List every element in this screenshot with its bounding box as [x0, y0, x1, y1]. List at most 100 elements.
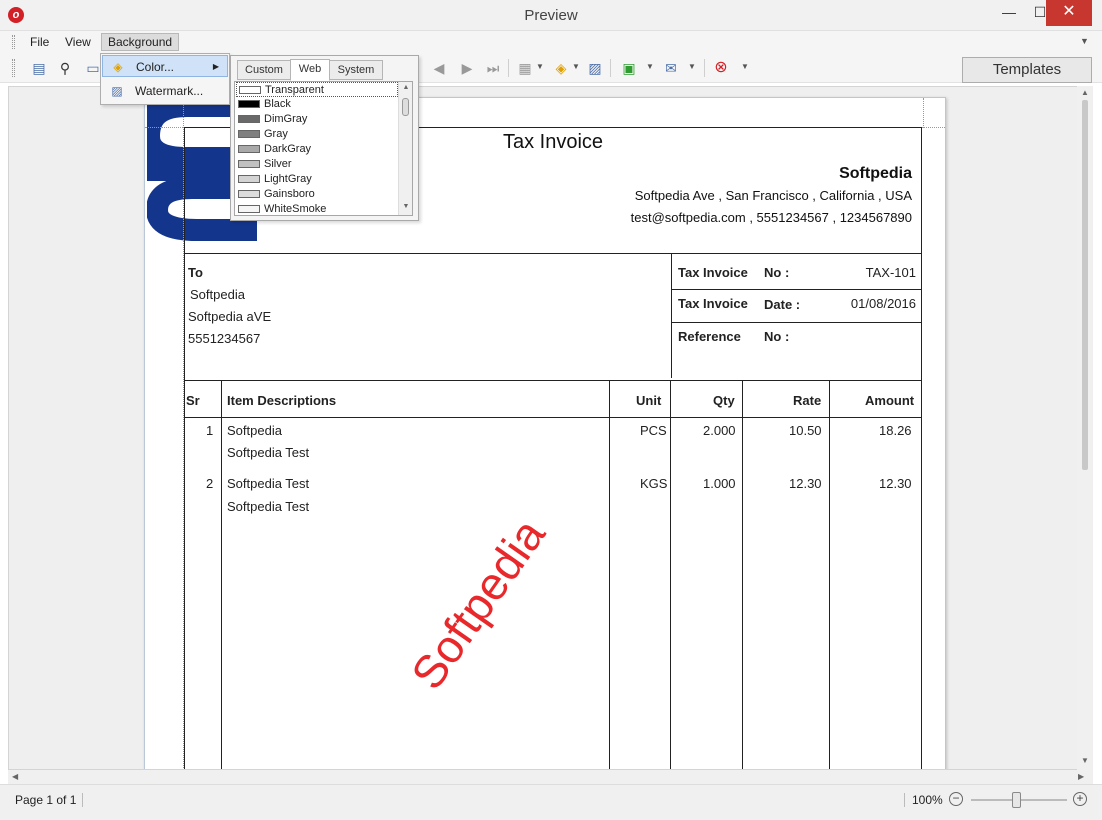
toolbar-separator	[508, 59, 509, 77]
list-item[interactable]: LightGray	[236, 172, 398, 187]
last-page-icon[interactable]: ⏭	[484, 59, 502, 77]
list-item[interactable]: Black	[236, 97, 398, 112]
scroll-up-icon[interactable]: ▲	[399, 84, 412, 91]
scroll-up-icon[interactable]: ▲	[1077, 88, 1093, 97]
color-name: DarkGray	[264, 143, 312, 155]
color-name: Black	[264, 98, 291, 110]
color-name: Gainsboro	[264, 188, 315, 200]
list-item[interactable]: Transparent	[236, 82, 398, 97]
menu-item-watermark[interactable]: ▨ Watermark...	[102, 80, 228, 102]
tab-custom[interactable]: Custom	[237, 60, 291, 80]
color-name: Transparent	[265, 84, 324, 96]
watermark-icon: ▨	[111, 84, 123, 98]
color-list-scrollbar[interactable]: ▲ ▼	[398, 82, 412, 215]
watermark-icon[interactable]: ▨	[586, 59, 604, 77]
tab-web[interactable]: Web	[290, 59, 330, 81]
dropdown-arrow-icon[interactable]: ▼	[572, 62, 580, 71]
divider	[671, 254, 672, 378]
color-swatch	[238, 115, 260, 123]
zoom-level: 100%	[912, 793, 943, 807]
menu-item-color[interactable]: ◈ Color... ▶	[102, 55, 228, 77]
menu-view[interactable]: View	[59, 34, 97, 50]
color-name: DimGray	[264, 113, 308, 125]
list-item[interactable]: Silver	[236, 157, 398, 172]
column-header-qty: Qty	[713, 393, 735, 408]
meta-key: No :	[764, 329, 790, 344]
scroll-left-icon[interactable]: ◀	[12, 772, 18, 781]
toolbar-overflow-icon[interactable]: ▼	[741, 62, 749, 71]
cell-description: Softpedia Test	[227, 445, 310, 460]
color-swatch	[238, 130, 260, 138]
color-name: WhiteSmoke	[264, 203, 327, 215]
company-address: Softpedia Ave , San Francisco , Californ…	[634, 188, 912, 203]
menu-grip[interactable]	[12, 35, 15, 49]
cell-rate: 10.50	[789, 423, 822, 438]
scrollbar-thumb[interactable]	[402, 98, 409, 116]
menu-overflow-icon[interactable]: ▼	[1080, 36, 1089, 46]
email-icon[interactable]: ✉	[662, 59, 680, 77]
list-item[interactable]: DimGray	[236, 112, 398, 127]
vertical-scrollbar[interactable]: ▲ ▼	[1077, 86, 1093, 770]
list-item[interactable]: DarkGray	[236, 142, 398, 157]
column-divider	[742, 381, 743, 769]
scroll-right-icon[interactable]: ▶	[1078, 772, 1084, 781]
templates-button[interactable]: Templates	[962, 57, 1092, 83]
dropdown-arrow-icon[interactable]: ▼	[646, 62, 654, 71]
scroll-down-icon[interactable]: ▼	[1077, 756, 1093, 765]
page-indicator: Page 1 of 1	[15, 793, 77, 807]
minimize-button[interactable]: —	[992, 0, 1026, 26]
to-label: To	[188, 265, 203, 280]
list-item[interactable]: Gray	[236, 127, 398, 142]
scrollbar-thumb[interactable]	[1082, 100, 1088, 470]
meta-label: Tax Invoice	[678, 265, 748, 280]
page-layout-icon[interactable]: ▤	[30, 59, 48, 77]
binoculars-icon[interactable]: ⚲	[56, 59, 74, 77]
color-swatch	[238, 190, 260, 198]
company-name: Softpedia	[839, 165, 912, 182]
color-name: LightGray	[264, 173, 312, 185]
color-swatch	[238, 175, 260, 183]
menu-background[interactable]: Background	[101, 33, 180, 51]
divider	[184, 417, 922, 418]
horizontal-scrollbar[interactable]: ◀ ▶	[8, 770, 1093, 784]
preview-area[interactable]: Tax Invoice Softpedia Softpedia Ave , Sa…	[8, 86, 1093, 770]
dropdown-arrow-icon[interactable]: ▼	[688, 62, 696, 71]
color-list[interactable]: Transparent Black DimGray Gray DarkGray …	[234, 81, 413, 216]
scroll-down-icon[interactable]: ▼	[399, 203, 412, 210]
color-picker-popup: Custom Web System Transparent Black DimG…	[230, 55, 419, 221]
dropdown-arrow-icon[interactable]: ▼	[536, 62, 544, 71]
meta-value: TAX-101	[865, 265, 916, 280]
cell-qty: 2.000	[703, 423, 736, 438]
cell-amount: 18.26	[879, 423, 912, 438]
next-page-icon[interactable]: ▶	[458, 59, 476, 77]
column-header-sr: Sr	[186, 393, 200, 408]
color-swatch	[238, 160, 260, 168]
paint-bucket-icon[interactable]: ◈	[552, 59, 570, 77]
list-item[interactable]: Gainsboro	[236, 187, 398, 202]
meta-label: Tax Invoice	[678, 296, 748, 311]
close-button[interactable]: ✕	[1046, 0, 1092, 26]
toolbar-separator	[704, 59, 705, 77]
meta-key: No :	[764, 265, 790, 280]
zoom-in-button[interactable]: +	[1073, 792, 1087, 806]
prev-page-icon[interactable]: ◀	[430, 59, 448, 77]
status-bar: Page 1 of 1 100% − +	[0, 784, 1102, 820]
status-separator	[904, 793, 905, 807]
cell-unit: KGS	[640, 476, 668, 491]
column-header-rate: Rate	[793, 393, 822, 408]
export-icon[interactable]: ▣	[620, 59, 638, 77]
column-header-amount: Amount	[865, 393, 915, 408]
zoom-out-button[interactable]: −	[949, 792, 963, 806]
toolbar-grip[interactable]	[12, 59, 15, 77]
column-divider	[221, 381, 222, 769]
color-swatch	[238, 145, 260, 153]
tab-system[interactable]: System	[329, 60, 383, 80]
zoom-slider-thumb[interactable]	[1012, 792, 1021, 808]
divider	[184, 380, 922, 381]
close-preview-icon[interactable]: ⊗	[712, 59, 730, 77]
list-item[interactable]: WhiteSmoke	[236, 202, 398, 215]
paint-bucket-icon: ◈	[113, 60, 123, 74]
menu-file[interactable]: File	[24, 34, 55, 50]
divider	[671, 289, 922, 290]
multi-page-icon[interactable]: ▦	[516, 59, 534, 77]
